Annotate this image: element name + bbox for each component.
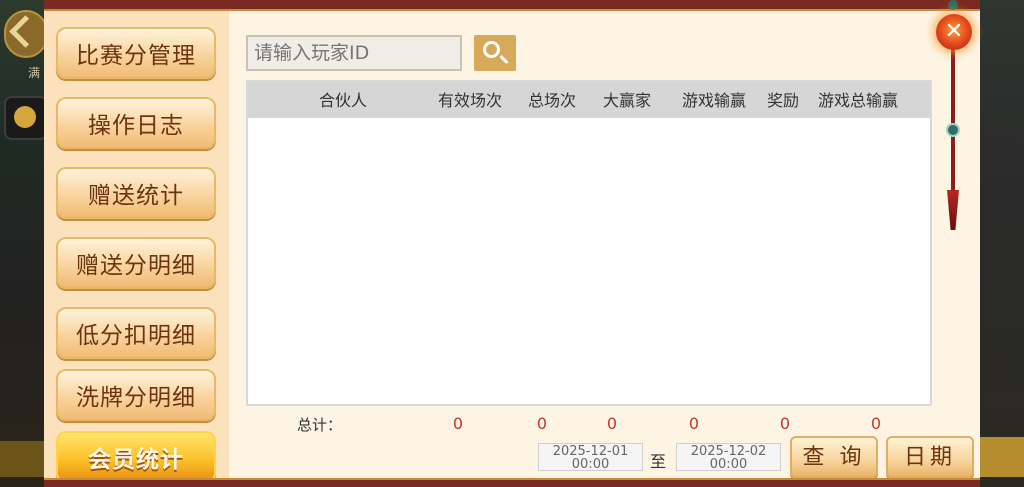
end-time-text: 00:00 xyxy=(709,457,748,472)
close-icon: ✕ xyxy=(944,19,964,44)
total-overall-win-loss: 0 xyxy=(870,414,882,433)
column-header-valid-games: 有效场次 xyxy=(437,91,502,110)
sidebar-item-gift-stats[interactable]: 赠送统计 xyxy=(56,167,216,219)
sidebar-item-gift-score-details[interactable]: 赠送分明细 xyxy=(56,237,216,289)
column-header-game-win-loss: 游戏输赢 xyxy=(681,91,746,110)
totals-label: 总计： xyxy=(297,416,343,434)
search-button[interactable] xyxy=(474,35,516,71)
sidebar-item-low-score-deduction[interactable]: 低分扣明细 xyxy=(56,307,216,359)
total-games: 0 xyxy=(536,414,548,433)
player-id-search-input[interactable] xyxy=(246,35,462,71)
rope-knot-top xyxy=(948,0,958,10)
sidebar-item-match-score-management[interactable]: 比赛分管理 xyxy=(56,27,216,79)
sidebar-item-operation-log[interactable]: 操作日志 xyxy=(56,97,216,149)
panel-bottom-border xyxy=(44,478,980,487)
close-button[interactable]: ✕ xyxy=(936,14,972,50)
panel-top-border xyxy=(44,0,980,11)
column-header-total-games: 总场次 xyxy=(527,91,576,110)
total-game-win-loss: 0 xyxy=(688,414,700,433)
start-time-text: 00:00 xyxy=(571,457,610,472)
search-icon xyxy=(483,41,500,58)
sidebar-item-shuffle-score-details[interactable]: 洗牌分明细 xyxy=(56,369,216,421)
date-range-separator: 至 xyxy=(650,452,667,471)
member-stats-panel: 比赛分管理 操作日志 赠送统计 赠送分明细 低分扣明细 洗牌分明细 会员统计 合… xyxy=(44,0,980,487)
date-button[interactable]: 日期 xyxy=(886,436,974,478)
query-button[interactable]: 查 询 xyxy=(790,436,878,478)
column-header-big-winner: 大赢家 xyxy=(602,91,651,110)
background-bottom-right xyxy=(978,437,1024,477)
end-date-field[interactable]: 2025-12-02 00:00 xyxy=(676,443,781,471)
background-item-icon xyxy=(4,96,48,140)
total-valid-games: 0 xyxy=(452,414,464,433)
table-header: 合伙人 有效场次 总场次 大赢家 游戏输赢 奖励 游戏总输赢 xyxy=(248,82,930,118)
total-big-winner: 0 xyxy=(606,414,618,433)
background-bottom-left xyxy=(0,441,44,477)
background-hint-text: 满 xyxy=(28,66,41,80)
start-date-field[interactable]: 2025-12-01 00:00 xyxy=(538,443,643,471)
sidebar: 比赛分管理 操作日志 赠送统计 赠送分明细 低分扣明细 洗牌分明细 会员统计 xyxy=(44,11,229,483)
column-header-total-win-loss: 游戏总输赢 xyxy=(817,91,898,110)
sidebar-item-member-stats[interactable]: 会员统计 xyxy=(56,431,216,483)
total-reward: 0 xyxy=(779,414,791,433)
column-header-partner: 合伙人 xyxy=(318,91,367,110)
rope-knot xyxy=(946,123,960,137)
column-header-reward: 奖励 xyxy=(766,91,799,110)
member-stats-table: 合伙人 有效场次 总场次 大赢家 游戏输赢 奖励 游戏总输赢 xyxy=(246,80,932,406)
background-right xyxy=(978,0,1024,487)
